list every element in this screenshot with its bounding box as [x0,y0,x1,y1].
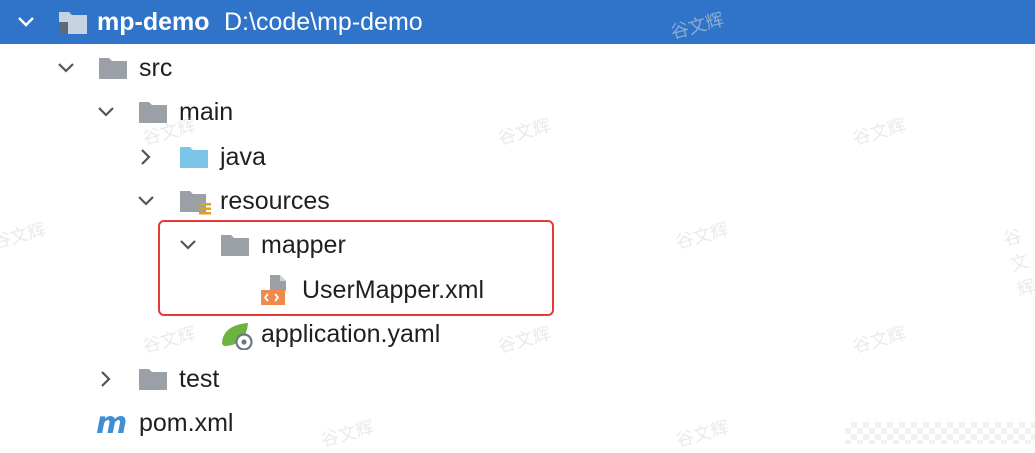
tree-item-resources[interactable]: resources [0,179,1035,223]
tree-item-label: resources [220,187,330,215]
tree-item-label: src [139,54,173,82]
source-folder-icon [179,145,209,174]
tree-item-main[interactable]: main [0,90,1035,134]
folder-icon [98,56,128,85]
tree-root-row[interactable]: mp-demo D:\code\mp-demo [0,0,1035,44]
root-module-path: D:\code\mp-demo [224,8,423,36]
tree-item-label: main [179,98,234,126]
tree-item-label: test [179,365,220,393]
chevron-right-icon[interactable] [134,145,158,169]
tree-item-application-yaml[interactable]: application.yaml [0,312,1035,356]
chevron-down-icon[interactable] [14,10,38,34]
root-module-name: mp-demo [97,8,210,36]
folder-icon [138,100,168,129]
svg-text:m: m [96,409,127,437]
resources-folder-icon [179,189,213,220]
tree-item-src[interactable]: src [0,46,1035,90]
transparency-pattern [845,422,1035,444]
tree-item-java[interactable]: java [0,135,1035,179]
tree-item-label: application.yaml [261,320,441,348]
chevron-right-icon[interactable] [94,367,118,391]
chevron-down-icon[interactable] [134,189,158,213]
module-folder-icon [58,9,88,40]
folder-icon [138,367,168,396]
highlight-box [158,220,554,316]
tree-item-label: java [220,143,266,171]
tree-item-test[interactable]: test [0,357,1035,401]
tree-item-label: pom.xml [139,409,234,437]
chevron-down-icon[interactable] [54,56,78,80]
maven-icon: m [96,406,132,442]
spring-config-icon [220,320,254,355]
chevron-down-icon[interactable] [94,100,118,124]
